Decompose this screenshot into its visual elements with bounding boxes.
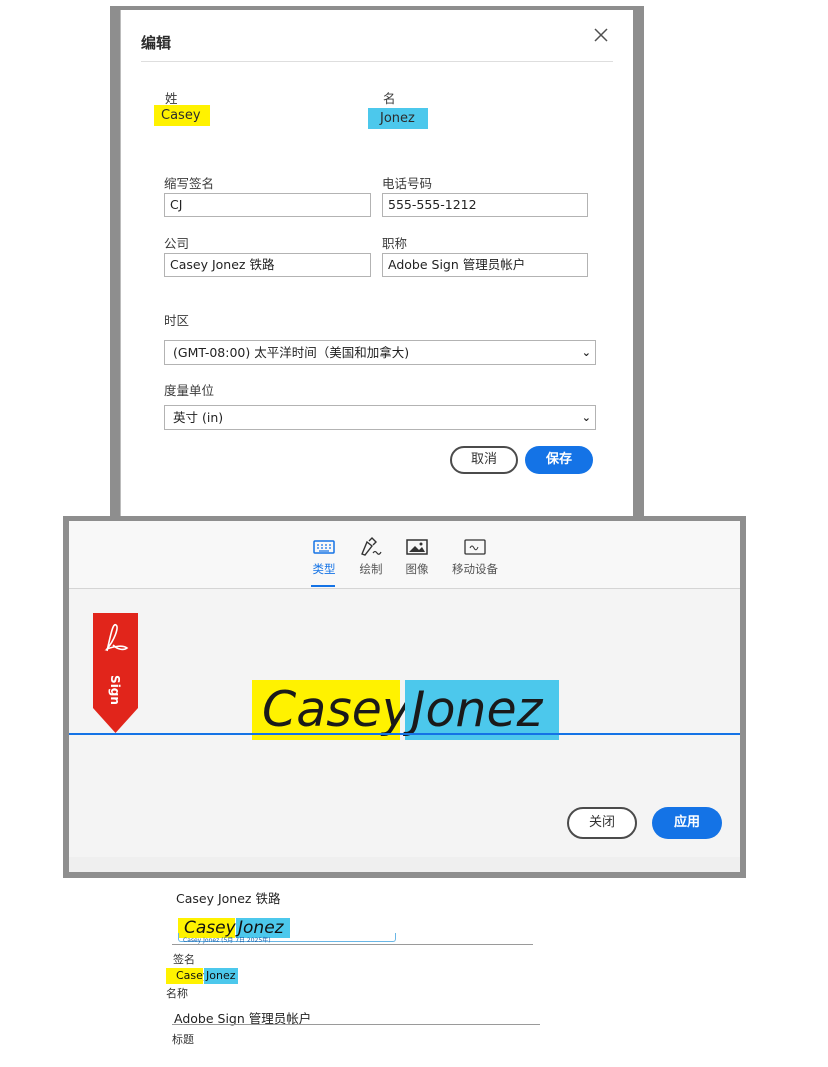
title-label: 标题 [172, 1033, 194, 1046]
units-label: 度量单位 [164, 383, 215, 398]
tab-mobile[interactable]: 移动设备 [449, 537, 501, 577]
close-icon[interactable] [593, 26, 609, 48]
title-underline [172, 1024, 540, 1025]
job-title-field[interactable]: Adobe Sign 管理员帐户 [382, 253, 588, 277]
timezone-select[interactable]: (GMT-08:00) 太平洋时间（美国和加拿大) ⌄ [164, 340, 596, 365]
signature-baseline [69, 733, 740, 735]
timezone-value: (GMT-08:00) 太平洋时间（美国和加拿大) [173, 345, 410, 360]
units-select[interactable]: 英寸 (in) ⌄ [164, 405, 596, 430]
tab-type[interactable]: 类型 [309, 537, 339, 577]
save-button[interactable]: 保存 [525, 446, 593, 474]
cancel-button[interactable]: 取消 [450, 446, 518, 474]
initials-label: 缩写签名 [164, 176, 215, 191]
company-field[interactable]: Casey Jonez 铁路 [164, 253, 371, 277]
tab-draw[interactable]: 绘制 [356, 537, 386, 577]
timezone-label: 时区 [164, 313, 190, 328]
tab-image[interactable]: 图像 [402, 537, 432, 577]
dialog-divider [141, 61, 613, 62]
mobile-device-icon [464, 539, 486, 555]
job-title-label: 职称 [382, 236, 408, 251]
first-name-value[interactable]: Jonez [368, 108, 428, 129]
last-name-value[interactable]: Casey [154, 105, 210, 126]
dialog-title: 编辑 [141, 34, 172, 52]
pen-draw-icon [361, 537, 382, 556]
preview-name-last: Jonez [204, 968, 238, 984]
phone-label: 电话号码 [382, 176, 433, 191]
close-button[interactable]: 关闭 [567, 807, 637, 839]
signature-panel: 类型 绘制 图像 移动设备 Sign Casey Jonez 关闭 应用 [69, 521, 740, 872]
signature-last-name: Jonez [405, 680, 559, 740]
tab-draw-label: 绘制 [359, 562, 383, 576]
tab-type-label: 类型 [312, 562, 336, 576]
preview-name-first: Casey [166, 968, 209, 984]
panel-footer [69, 857, 740, 872]
ribbon-text-wrap: Sign [102, 673, 129, 713]
keyboard-icon [313, 540, 335, 554]
image-icon [406, 539, 428, 555]
phone-field[interactable]: 555-555-1212 [382, 193, 588, 217]
chevron-down-icon: ⌄ [581, 346, 591, 359]
name-label: 名称 [166, 987, 188, 1000]
active-tab-indicator [311, 585, 335, 587]
company-text: Casey Jonez 铁路 [176, 891, 281, 906]
signature-label: 签名 [173, 953, 195, 966]
units-value: 英寸 (in) [173, 410, 224, 425]
initials-field[interactable]: CJ [164, 193, 371, 217]
tab-mobile-label: 移动设备 [452, 562, 498, 576]
signature-first-name: Casey [252, 680, 411, 740]
company-label: 公司 [164, 236, 190, 251]
chevron-down-icon: ⌄ [581, 411, 591, 424]
signature-underline [172, 944, 533, 945]
signature-tabs-bar: 类型 绘制 图像 移动设备 [69, 521, 740, 589]
signature-caption: Casey Jonez (5月 7日 2025年) [183, 937, 271, 944]
ribbon-text: Sign [108, 675, 122, 705]
tab-image-label: 图像 [405, 562, 429, 576]
first-name-label: 名 [383, 91, 396, 106]
apply-button[interactable]: 应用 [652, 807, 722, 839]
edit-dialog: 编辑 姓 Casey 名 Jonez 缩写签名 CJ 电话号码 555-555-… [120, 10, 633, 516]
